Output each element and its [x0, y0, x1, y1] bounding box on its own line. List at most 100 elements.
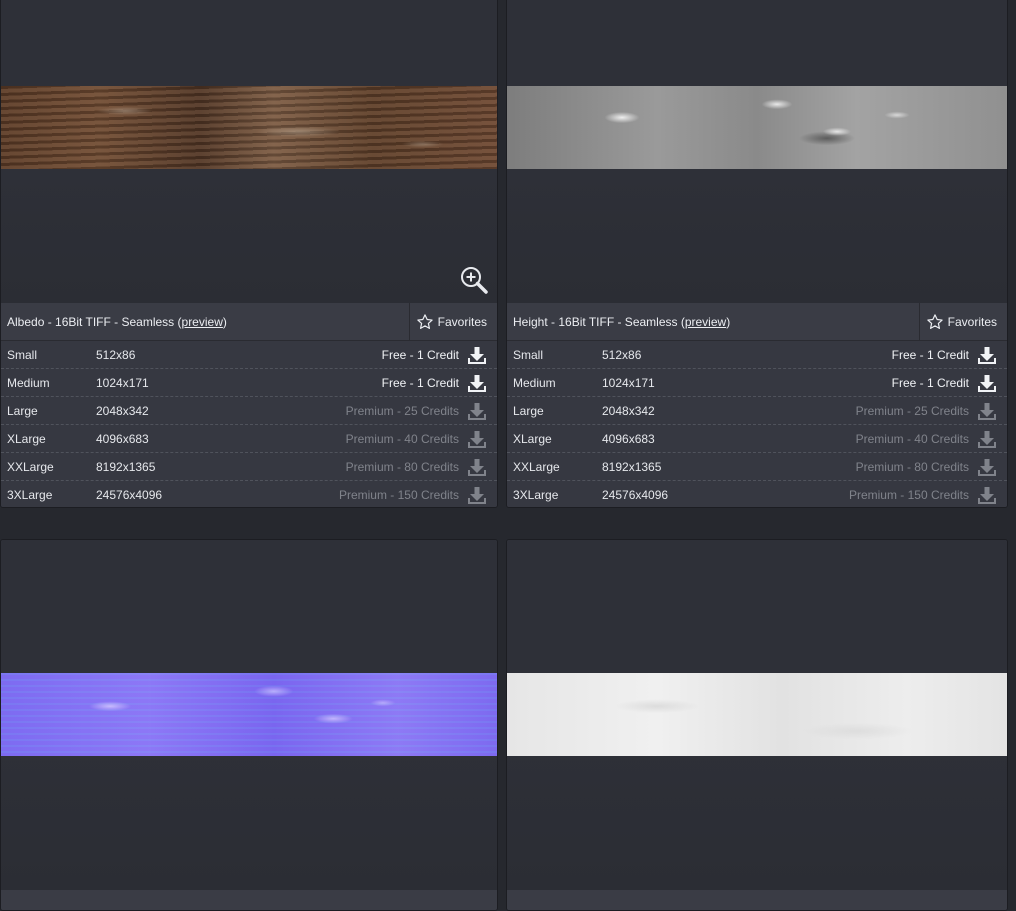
- price: Premium - 80 Credits: [246, 460, 465, 474]
- price: Premium - 25 Credits: [752, 404, 975, 418]
- download-row-small: Small 512x86 Free - 1 Credit: [1, 341, 497, 369]
- download-icon[interactable]: [975, 373, 999, 393]
- size-name: Medium: [7, 375, 50, 390]
- card-title-suffix: ): [222, 314, 227, 329]
- size-name: Large: [513, 403, 544, 418]
- card-title: Height - 16Bit TIFF - Seamless (preview): [507, 315, 919, 329]
- resolution: 2048x342: [602, 403, 655, 418]
- download-icon[interactable]: [975, 429, 999, 449]
- download-options-list: Small 512x86 Free - 1 Credit Medium 1024…: [507, 341, 1007, 507]
- size-name: XXLarge: [513, 459, 560, 474]
- zoom-in-icon[interactable]: [459, 265, 489, 295]
- download-row-medium: Medium 1024x171 Free - 1 Credit: [507, 369, 1007, 397]
- download-icon[interactable]: [465, 429, 489, 449]
- price-tier: Premium -: [855, 459, 915, 474]
- price: Premium - 25 Credits: [246, 404, 465, 418]
- resolution: 1024x171: [602, 375, 655, 390]
- price-tier: Premium -: [345, 403, 405, 418]
- albedo-map-card: Albedo - 16Bit TIFF - Seamless (preview)…: [0, 0, 498, 508]
- resolution: 8192x1365: [96, 459, 156, 474]
- price: Premium - 40 Credits: [246, 432, 465, 446]
- size-name: Medium: [513, 375, 556, 390]
- resolution: 2048x342: [96, 403, 149, 418]
- download-row-small: Small 512x86 Free - 1 Credit: [507, 341, 1007, 369]
- resolution: 24576x4096: [96, 487, 163, 502]
- card-title-text: Height - 16Bit TIFF - Seamless (: [513, 314, 685, 329]
- download-icon[interactable]: [465, 401, 489, 421]
- resolution: 4096x683: [602, 431, 655, 446]
- download-row-xxlarge: XXLarge 8192x1365 Premium - 80 Credits: [1, 453, 497, 481]
- card-title-suffix: ): [726, 314, 731, 329]
- download-icon[interactable]: [465, 457, 489, 477]
- albedo-texture-preview[interactable]: [1, 86, 497, 169]
- price: Free - 1 Credit: [246, 348, 465, 362]
- resolution: 4096x683: [96, 431, 149, 446]
- favorites-label: Favorites: [437, 314, 487, 329]
- price-tier: Premium -: [855, 403, 915, 418]
- download-icon[interactable]: [975, 401, 999, 421]
- card-title-text: Albedo - 16Bit TIFF - Seamless (: [7, 314, 182, 329]
- price: Free - 1 Credit: [246, 376, 465, 390]
- price-tier: Premium -: [345, 431, 405, 446]
- size-name: Small: [513, 347, 544, 362]
- resolution: 1024x171: [96, 375, 149, 390]
- price-credits: 40 Credits: [914, 431, 969, 446]
- preview-area: [507, 0, 1007, 303]
- price-credits: 1 Credit: [416, 347, 459, 362]
- normal-texture-preview[interactable]: [1, 673, 497, 756]
- price-credits: 1 Credit: [926, 347, 969, 362]
- download-row-large: Large 2048x342 Premium - 25 Credits: [507, 397, 1007, 425]
- resolution: 24576x4096: [602, 487, 669, 502]
- card-title-bar: [1, 890, 497, 910]
- price-credits: 150 Credits: [907, 487, 969, 502]
- star-icon: [926, 313, 943, 329]
- price-tier: Premium -: [338, 487, 398, 502]
- card-title-bar: Height - 16Bit TIFF - Seamless (preview)…: [507, 303, 1007, 341]
- download-icon[interactable]: [465, 373, 489, 393]
- preview-link[interactable]: preview: [182, 315, 223, 329]
- price-tier: Premium -: [848, 487, 908, 502]
- price-tier: Free -: [381, 347, 417, 362]
- download-row-medium: Medium 1024x171 Free - 1 Credit: [1, 369, 497, 397]
- resolution: 512x86: [96, 347, 136, 362]
- star-icon: [416, 313, 433, 329]
- card-title: Albedo - 16Bit TIFF - Seamless (preview): [1, 315, 409, 329]
- size-name: XXLarge: [7, 459, 54, 474]
- download-icon[interactable]: [975, 345, 999, 365]
- size-name: Large: [7, 403, 38, 418]
- download-icon[interactable]: [975, 457, 999, 477]
- download-icon[interactable]: [975, 485, 999, 505]
- download-icon[interactable]: [465, 345, 489, 365]
- roughness-texture-preview[interactable]: [507, 673, 1007, 756]
- height-texture-preview[interactable]: [507, 86, 1007, 169]
- resolution: 512x86: [602, 347, 642, 362]
- size-name: XLarge: [513, 431, 552, 446]
- card-title-bar: Albedo - 16Bit TIFF - Seamless (preview)…: [1, 303, 497, 341]
- normal-map-card: [0, 539, 498, 911]
- price-credits: 25 Credits: [404, 403, 459, 418]
- download-row-3xlarge: 3XLarge 24576x4096 Premium - 150 Credits: [1, 481, 497, 507]
- price-tier: Free -: [381, 375, 417, 390]
- price-tier: Free -: [891, 347, 927, 362]
- price-credits: 1 Credit: [416, 375, 459, 390]
- price: Premium - 150 Credits: [752, 488, 975, 502]
- price-credits: 25 Credits: [914, 403, 969, 418]
- download-icon[interactable]: [465, 485, 489, 505]
- price-credits: 80 Credits: [914, 459, 969, 474]
- download-row-xxlarge: XXLarge 8192x1365 Premium - 80 Credits: [507, 453, 1007, 481]
- price: Premium - 40 Credits: [752, 432, 975, 446]
- favorites-button[interactable]: Favorites: [918, 303, 1007, 340]
- download-options-list: Small 512x86 Free - 1 Credit Medium 1024…: [1, 341, 497, 507]
- favorites-label: Favorites: [947, 314, 997, 329]
- height-map-card: Height - 16Bit TIFF - Seamless (preview)…: [506, 0, 1008, 508]
- size-name: Small: [7, 347, 38, 362]
- preview-link[interactable]: preview: [685, 315, 726, 329]
- download-row-3xlarge: 3XLarge 24576x4096 Premium - 150 Credits: [507, 481, 1007, 507]
- preview-area: [507, 540, 1007, 890]
- price-credits: 150 Credits: [397, 487, 459, 502]
- price-tier: Premium -: [345, 459, 405, 474]
- download-row-xlarge: XLarge 4096x683 Premium - 40 Credits: [1, 425, 497, 453]
- roughness-map-card: [506, 539, 1008, 911]
- favorites-button[interactable]: Favorites: [408, 303, 497, 340]
- download-row-xlarge: XLarge 4096x683 Premium - 40 Credits: [507, 425, 1007, 453]
